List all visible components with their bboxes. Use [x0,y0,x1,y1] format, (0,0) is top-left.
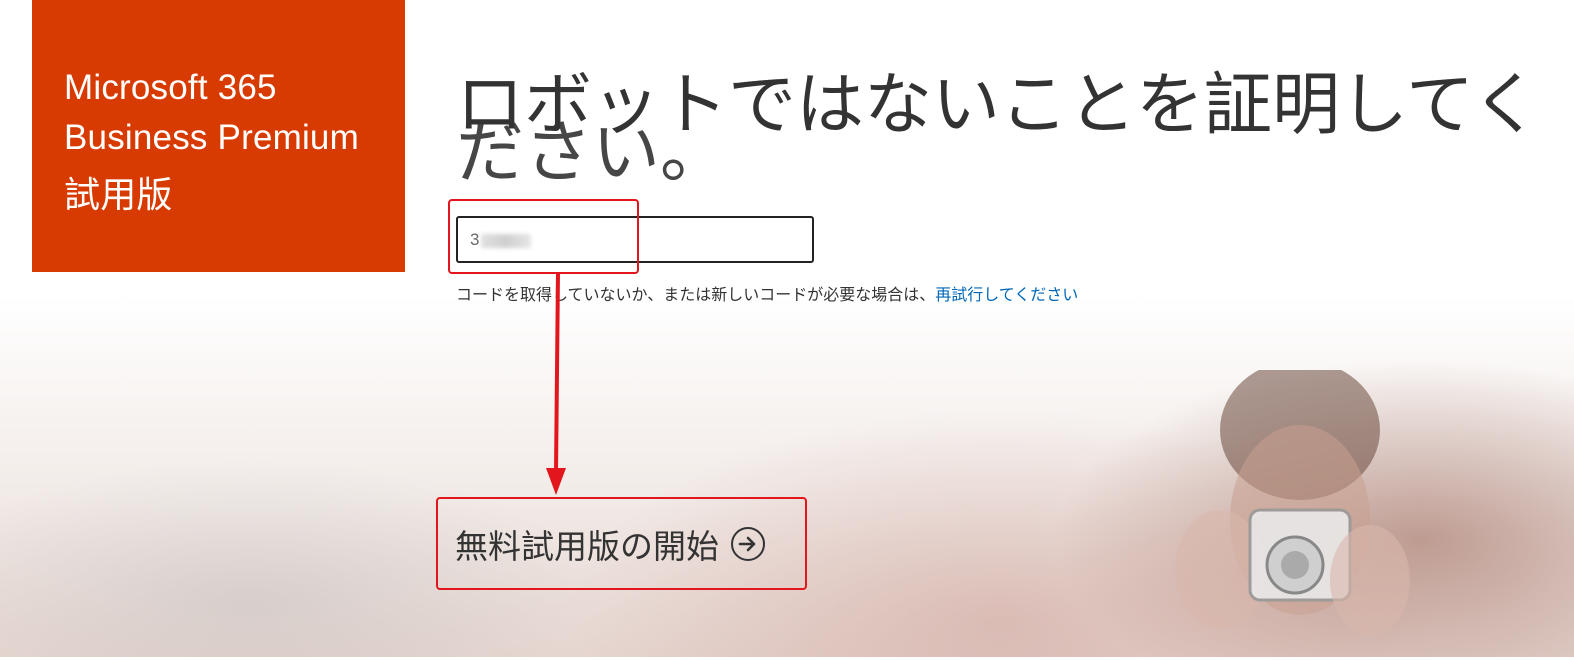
brand-line-2: Business Premium [64,118,359,157]
brand-line-3: 試用版 [64,174,173,215]
brand-line-1: Microsoft 365 [64,68,277,107]
page-heading-overflow: ださい。 [456,114,729,193]
highlight-box-start [436,497,807,590]
highlight-box-code [448,199,639,274]
annotation-arrow [546,272,566,495]
product-brand-tile: Microsoft 365 Business Premium 試用版 [32,0,405,272]
page-heading: ロボットではないことを証明してく ださい。 [456,70,1566,190]
resend-hint-text: コードを取得していないか、または新しいコードが必要な場合は、 [456,285,936,304]
retry-link[interactable]: 再試行してください [935,285,1078,304]
person-with-camera-image [1175,370,1410,635]
